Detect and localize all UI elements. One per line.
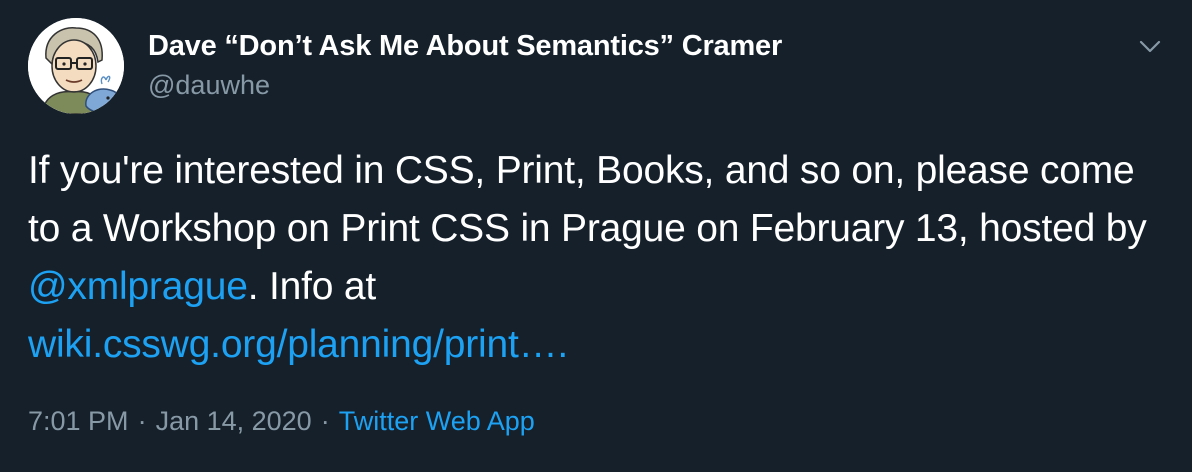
author-handle[interactable]: @dauwhe [148, 70, 270, 101]
separator: · [137, 406, 147, 436]
chevron-down-icon[interactable] [1134, 30, 1166, 62]
tweet-source-link[interactable]: Twitter Web App [339, 406, 535, 436]
url-link[interactable]: wiki.csswg.org/planning/print…. [28, 323, 568, 366]
tweet-date[interactable]: Jan 14, 2020 [156, 406, 312, 436]
separator: · [320, 406, 330, 436]
avatar-illustration [28, 18, 124, 114]
tweet-text-part: . Info at [247, 265, 376, 308]
mention-link[interactable]: @xmlprague [28, 265, 248, 308]
author-display-name[interactable]: Dave “Don’t Ask Me About Semantics” Cram… [148, 30, 782, 63]
avatar[interactable] [28, 18, 124, 114]
tweet-text: If you're interested in CSS, Print, Book… [28, 142, 1168, 374]
tweet-time[interactable]: 7:01 PM [28, 406, 129, 436]
tweet-text-part: If you're interested in CSS, Print, Book… [28, 149, 1147, 250]
tweet-card: Dave “Don’t Ask Me About Semantics” Cram… [0, 0, 1192, 472]
tweet-metadata: 7:01 PM · Jan 14, 2020 · Twitter Web App [28, 406, 535, 437]
